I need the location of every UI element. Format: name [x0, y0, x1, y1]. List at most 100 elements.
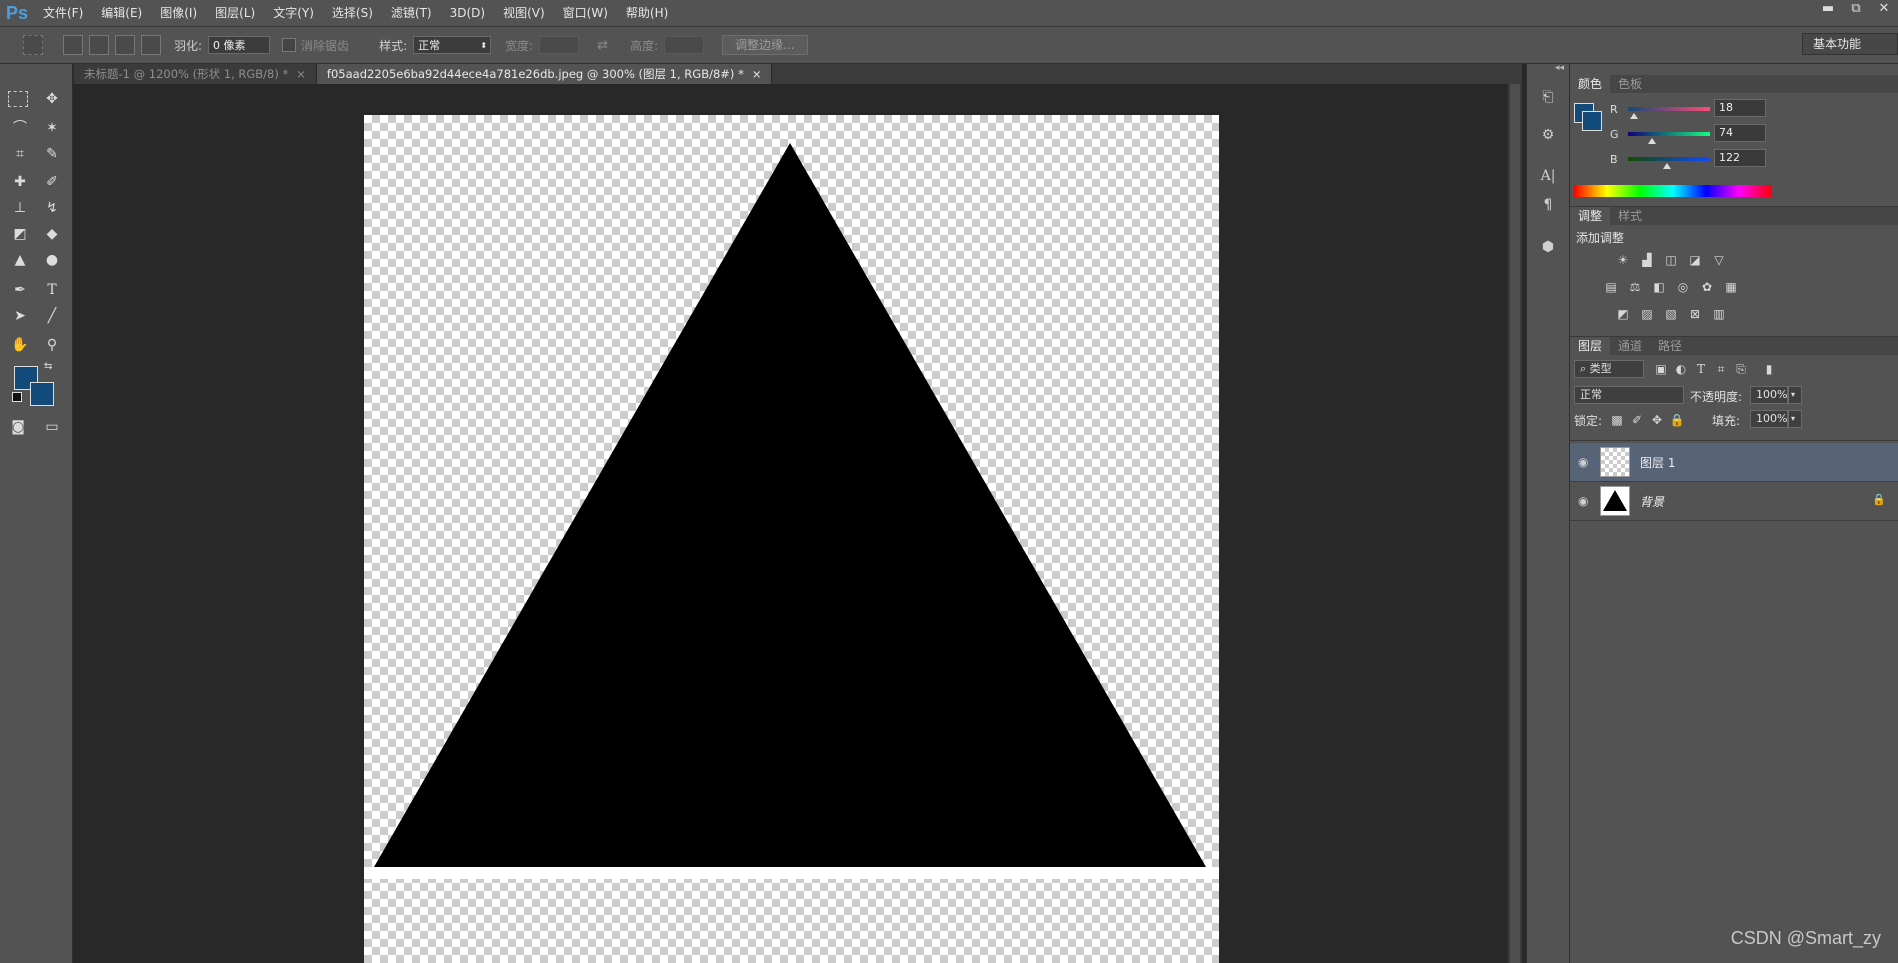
layer-row-layer1[interactable]: ◉ 图层 1	[1570, 443, 1898, 482]
color-lookup-icon[interactable]: ▦	[1722, 279, 1740, 295]
clone-stamp-tool-icon[interactable]: ⊥	[8, 197, 32, 219]
lock-transparent-icon[interactable]: ▩	[1608, 412, 1626, 428]
photo-filter-icon[interactable]: ◎	[1674, 279, 1692, 295]
scrollbar-thumb[interactable]	[1510, 84, 1520, 963]
tab-close-icon[interactable]: ×	[752, 67, 762, 81]
tab-paths[interactable]: 路径	[1650, 337, 1690, 355]
refine-edge-button[interactable]: 调整边缘...	[722, 35, 808, 55]
menu-file[interactable]: 文件(F)	[34, 0, 92, 26]
blue-slider[interactable]	[1628, 157, 1710, 161]
restore-button[interactable]: ⧉	[1842, 0, 1870, 20]
black-white-icon[interactable]: ◧	[1650, 279, 1668, 295]
tab-color[interactable]: 颜色	[1570, 75, 1611, 93]
tab-styles[interactable]: 样式	[1610, 207, 1650, 225]
character-panel-icon[interactable]: A|	[1536, 165, 1560, 187]
width-input[interactable]	[539, 36, 580, 54]
menu-3d[interactable]: 3D(D)	[441, 0, 494, 26]
pen-tool-icon[interactable]: ✒	[8, 279, 32, 301]
color-balance-icon[interactable]: ⚖	[1626, 279, 1644, 295]
invert-icon[interactable]: ◩	[1614, 306, 1632, 322]
color-spectrum-bar[interactable]	[1574, 185, 1772, 197]
minimize-button[interactable]: ▬	[1814, 0, 1842, 20]
curves-icon[interactable]: ◫	[1662, 252, 1680, 268]
layer-filter-select[interactable]: ⌕ 类型	[1574, 360, 1644, 378]
menu-window[interactable]: 窗口(W)	[554, 0, 617, 26]
swap-colors-icon[interactable]: ⇆	[44, 361, 52, 372]
healing-brush-tool-icon[interactable]: ✚	[8, 171, 32, 193]
vibrance-icon[interactable]: ▽	[1710, 252, 1728, 268]
red-slider[interactable]	[1628, 107, 1710, 111]
tab-adjustments[interactable]: 调整	[1570, 207, 1611, 225]
close-button[interactable]: ✕	[1870, 0, 1898, 20]
tab-swatches[interactable]: 色板	[1610, 75, 1650, 93]
blue-value-input[interactable]: 122	[1714, 149, 1766, 167]
vertical-scrollbar[interactable]	[1508, 84, 1522, 963]
3d-panel-icon[interactable]: ⬢	[1536, 236, 1560, 258]
tab-layers[interactable]: 图层	[1570, 337, 1611, 355]
filter-smart-object-icon[interactable]: ⎘	[1732, 361, 1750, 377]
new-selection-icon[interactable]	[63, 35, 83, 55]
history-brush-tool-icon[interactable]: ↯	[40, 197, 64, 219]
properties-panel-icon[interactable]: ⚙	[1536, 124, 1560, 146]
layer-row-background[interactable]: ◉ 背景 🔒	[1570, 482, 1898, 521]
screen-mode-icon[interactable]: ▭	[40, 416, 64, 438]
document-canvas[interactable]	[364, 115, 1219, 963]
lock-position-icon[interactable]: ✥	[1648, 412, 1666, 428]
color-panel-background-swatch[interactable]	[1582, 111, 1602, 131]
red-slider-thumb[interactable]	[1629, 113, 1638, 119]
fill-input[interactable]: 100%	[1750, 410, 1788, 428]
exposure-icon[interactable]: ◪	[1686, 252, 1704, 268]
eraser-tool-icon[interactable]: ◩	[8, 223, 32, 245]
menu-type[interactable]: 文字(Y)	[264, 0, 323, 26]
menu-image[interactable]: 图像(I)	[151, 0, 206, 26]
levels-icon[interactable]: ▟	[1638, 252, 1656, 268]
tab-channels[interactable]: 通道	[1610, 337, 1650, 355]
menu-help[interactable]: 帮助(H)	[617, 0, 677, 26]
red-value-input[interactable]: 18	[1714, 99, 1766, 117]
channel-mixer-icon[interactable]: ✿	[1698, 279, 1716, 295]
eyedropper-tool-icon[interactable]: ✎	[40, 143, 64, 165]
swap-dimensions-icon[interactable]: ⇄	[597, 38, 608, 53]
subtract-selection-icon[interactable]	[115, 35, 135, 55]
opacity-dropdown-icon[interactable]: ▾	[1788, 386, 1802, 404]
threshold-icon[interactable]: ▧	[1662, 306, 1680, 322]
tab-jpeg-document[interactable]: f05aad2205e6ba92d44ece4a781e26db.jpeg @ …	[316, 64, 773, 84]
type-tool-icon[interactable]: T	[40, 279, 64, 301]
menu-edit[interactable]: 编辑(E)	[92, 0, 151, 26]
intersect-selection-icon[interactable]	[141, 35, 161, 55]
lock-all-icon[interactable]: 🔒	[1668, 412, 1686, 428]
line-tool-icon[interactable]: ╱	[40, 305, 64, 327]
crop-tool-icon[interactable]: ⌗	[8, 143, 32, 165]
filter-pixel-icon[interactable]: ▣	[1652, 361, 1670, 377]
workspace-switcher[interactable]: 基本功能	[1802, 33, 1898, 55]
path-selection-tool-icon[interactable]: ➤	[8, 305, 32, 327]
green-slider-thumb[interactable]	[1647, 138, 1656, 144]
opacity-input[interactable]: 100%	[1750, 386, 1788, 404]
lasso-tool-icon[interactable]: ⌒	[8, 117, 32, 139]
paragraph-panel-icon[interactable]: ¶	[1536, 194, 1560, 216]
brush-tool-icon[interactable]: ✐	[40, 171, 64, 193]
magic-wand-tool-icon[interactable]: ✶	[40, 117, 64, 139]
green-slider[interactable]	[1628, 132, 1710, 136]
quick-mask-icon[interactable]: ◙	[6, 416, 30, 438]
brightness-icon[interactable]: ☀	[1614, 252, 1632, 268]
gradient-map-icon[interactable]: ▥	[1710, 306, 1728, 322]
green-value-input[interactable]: 74	[1714, 124, 1766, 142]
hand-tool-icon[interactable]: ✋	[8, 334, 32, 356]
menu-select[interactable]: 选择(S)	[323, 0, 382, 26]
feather-input[interactable]: 0 像素	[208, 36, 271, 54]
photoshop-logo[interactable]: Ps	[0, 3, 34, 24]
visibility-eye-icon[interactable]: ◉	[1578, 455, 1588, 469]
move-tool-icon[interactable]: ✥	[40, 88, 64, 110]
selective-color-icon[interactable]: ⊠	[1686, 306, 1704, 322]
marquee-preset-icon[interactable]	[23, 35, 43, 55]
background-color-swatch[interactable]	[30, 382, 54, 406]
tab-untitled[interactable]: 未标题-1 @ 1200% (形状 1, RGB/8) * ×	[74, 64, 317, 84]
zoom-tool-icon[interactable]: ⚲	[40, 334, 64, 356]
menu-filter[interactable]: 滤镜(T)	[382, 0, 441, 26]
dodge-tool-icon[interactable]: ●	[40, 249, 64, 271]
antialias-checkbox[interactable]	[282, 38, 297, 52]
collapse-arrows-icon[interactable]: ◂◂	[1555, 63, 1564, 73]
paint-bucket-tool-icon[interactable]: ◆	[40, 223, 64, 245]
add-selection-icon[interactable]	[89, 35, 109, 55]
